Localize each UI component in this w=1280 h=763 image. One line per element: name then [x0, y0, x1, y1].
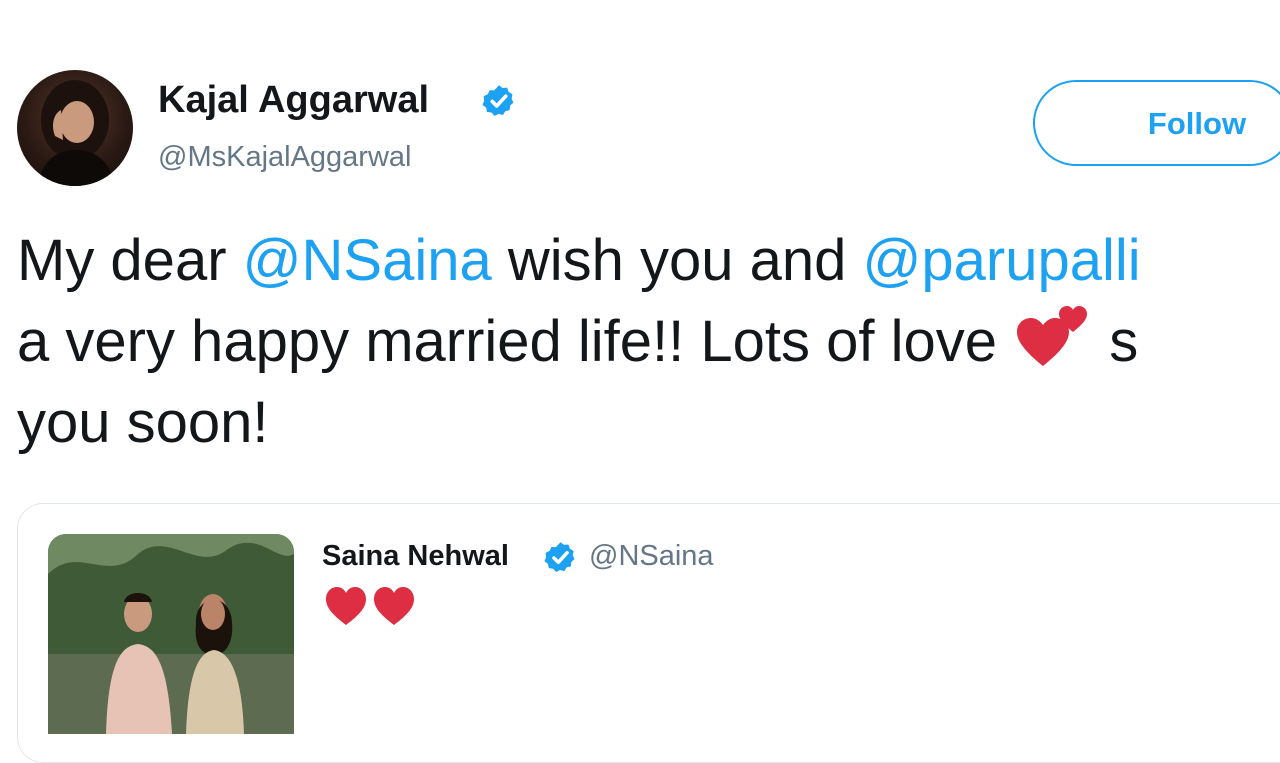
quoted-verified-badge-icon: [544, 542, 575, 572]
tweet-line-1: My dear @NSaina wish you and @parupalli: [17, 220, 1141, 301]
mention-link-nsaina[interactable]: @NSaina: [243, 228, 492, 293]
tweet-text-segment: a very happy married life!! Lots of love: [17, 309, 1014, 374]
follow-button[interactable]: Follow: [1033, 80, 1280, 166]
quoted-tweet-photo[interactable]: [48, 534, 294, 734]
quoted-author-name[interactable]: Saina Nehwal: [322, 540, 509, 573]
tweet-line-2: a very happy married life!! Lots of love…: [17, 301, 1141, 382]
tweet-line-3: you soon!: [17, 390, 269, 455]
author-avatar[interactable]: [17, 70, 133, 186]
couple-photo-icon: [48, 534, 294, 734]
mention-link-parupalli[interactable]: @parupalli: [863, 228, 1141, 293]
tweet-text-segment: My dear: [17, 228, 243, 293]
two-red-hearts-emoji-icon: [326, 587, 414, 625]
two-hearts-emoji-icon: [1013, 305, 1093, 378]
tweet-text: My dear @NSaina wish you and @parupalli …: [17, 220, 1141, 463]
profile-photo-icon: [37, 80, 115, 186]
author-display-name[interactable]: Kajal Aggarwal: [158, 79, 429, 122]
tweet-text-segment: s: [1093, 309, 1139, 374]
author-handle[interactable]: @MsKajalAggarwal: [158, 141, 411, 174]
verified-badge-icon: [482, 85, 514, 116]
quoted-author-handle[interactable]: @NSaina: [589, 540, 714, 573]
tweet-text-segment: wish you and: [491, 228, 863, 293]
